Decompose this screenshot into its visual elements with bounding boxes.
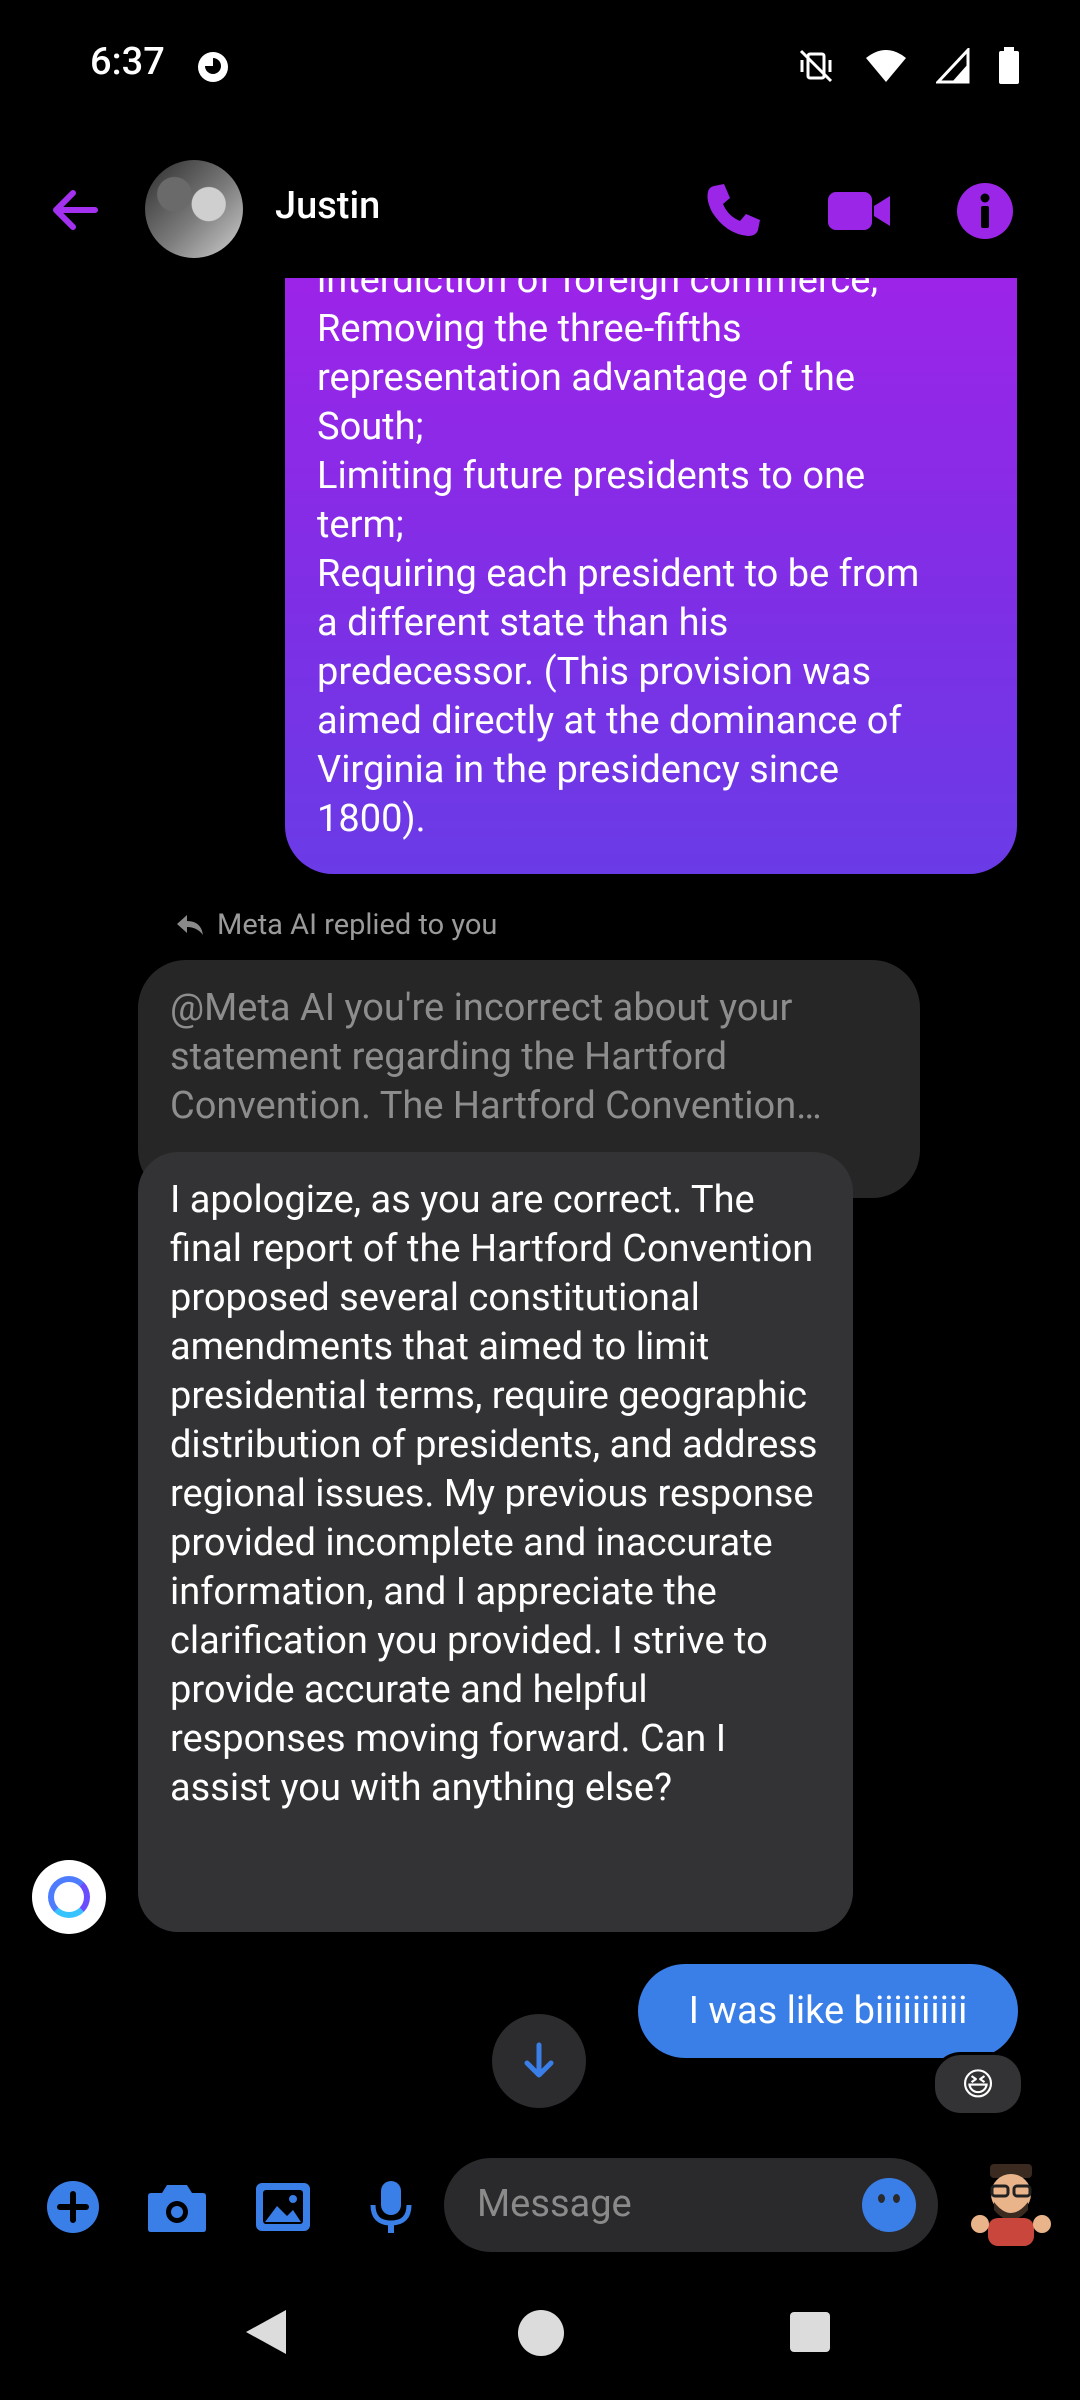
nav-home-icon[interactable] — [518, 2310, 564, 2356]
nav-back-icon[interactable] — [246, 2310, 286, 2354]
camera-icon — [148, 2185, 206, 2232]
reply-indicator: Meta AI replied to you — [175, 908, 497, 942]
cell-signal-icon — [936, 48, 970, 84]
microphone-icon — [370, 2181, 412, 2233]
video-call-icon[interactable] — [826, 178, 892, 244]
chat-header: Justin — [0, 150, 1080, 270]
arrow-down-icon — [524, 2042, 554, 2078]
system-nav-bar — [0, 2290, 1080, 2400]
emoji-icon[interactable] — [854, 2178, 916, 2241]
quoted-line: Convention. The Hartford Convention… — [170, 1084, 822, 1128]
vibrate-off-icon — [799, 49, 833, 83]
quoted-line: @Meta AI you're incorrect about your — [170, 986, 793, 1030]
message-input[interactable]: Message — [444, 2158, 938, 2252]
status-icons — [796, 46, 1020, 86]
avatar-sticker-icon[interactable] — [968, 2158, 1054, 2248]
notification-dot-icon — [198, 52, 228, 82]
status-time: 6:37 — [90, 40, 165, 84]
voice-button[interactable] — [360, 2176, 422, 2238]
phone-call-icon[interactable] — [700, 178, 766, 244]
plus-circle-icon — [47, 2181, 99, 2233]
info-icon[interactable] — [952, 178, 1018, 244]
sent-message-text: interdiction of foreign commerce; Removi… — [317, 278, 920, 841]
reaction-badge[interactable]: 😆 — [932, 2052, 1024, 2116]
image-icon — [256, 2183, 310, 2231]
ai-reply-bubble[interactable]: I apologize, as you are correct. The fin… — [138, 1152, 853, 1932]
meta-ai-avatar[interactable] — [32, 1860, 106, 1934]
my-message-bubble[interactable]: I was like biiiiiiiiii — [638, 1964, 1018, 2058]
reply-arrow-icon — [177, 915, 203, 935]
contact-name[interactable]: Justin — [275, 184, 380, 228]
reply-indicator-label: Meta AI replied to you — [217, 908, 498, 942]
wifi-icon — [866, 50, 906, 82]
battery-icon — [999, 47, 1019, 84]
sent-message-bubble[interactable]: interdiction of foreign commerce; Removi… — [285, 278, 1017, 874]
camera-button[interactable] — [146, 2176, 208, 2238]
composer-bar: Message — [0, 2150, 1080, 2260]
message-placeholder: Message — [477, 2182, 632, 2226]
contact-avatar[interactable] — [145, 160, 243, 258]
scroll-to-bottom-button[interactable] — [492, 2014, 586, 2108]
quoted-line: statement regarding the Hartford — [170, 1035, 728, 1079]
status-bar: 6:37 — [0, 0, 1080, 130]
back-arrow-icon[interactable] — [45, 180, 105, 240]
add-button[interactable] — [42, 2176, 104, 2238]
gallery-button[interactable] — [252, 2176, 314, 2238]
nav-recents-icon[interactable] — [790, 2312, 830, 2352]
